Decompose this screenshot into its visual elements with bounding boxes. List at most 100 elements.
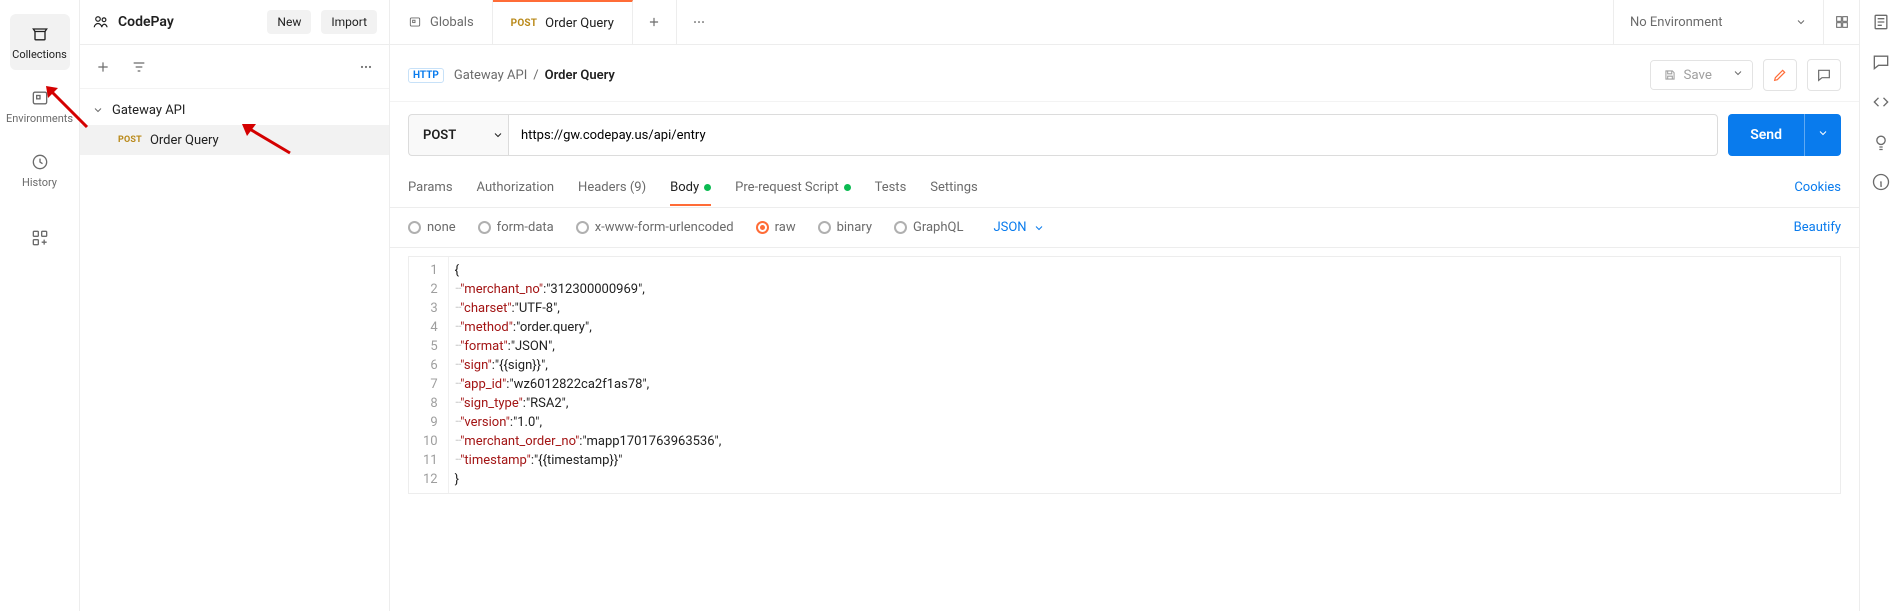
code-icon[interactable]	[1871, 92, 1891, 112]
tab-active-request[interactable]: POST Order Query	[493, 0, 633, 44]
docs-icon[interactable]	[1871, 12, 1891, 32]
body-type-raw[interactable]: raw	[756, 220, 796, 235]
body-type-xform[interactable]: x-www-form-urlencoded	[576, 220, 734, 235]
request-subtabs: Params Authorization Headers (9) Body Pr…	[390, 168, 1859, 208]
environment-quicklook[interactable]	[1823, 0, 1859, 44]
chevron-down-icon	[1795, 16, 1807, 28]
subtab-headers[interactable]: Headers (9)	[578, 170, 646, 205]
new-button[interactable]: New	[267, 10, 311, 34]
subtab-body[interactable]: Body	[670, 170, 711, 205]
dot-indicator	[844, 184, 851, 191]
subtab-tests[interactable]: Tests	[875, 170, 907, 205]
editor-code[interactable]: {····"merchant_no":"312300000969",····"c…	[449, 257, 1840, 493]
body-format-label: JSON	[993, 220, 1026, 235]
environment-selector-label: No Environment	[1630, 15, 1723, 30]
chevron-down-icon	[1033, 222, 1045, 234]
editor-gutter: 123456789101112	[409, 257, 449, 493]
tab-globals[interactable]: Globals	[390, 0, 493, 44]
http-badge: HTTP	[408, 68, 444, 83]
request-method-tag: POST	[118, 135, 142, 145]
sidebar-toolbar	[80, 45, 389, 89]
environment-selector[interactable]: No Environment	[1613, 0, 1823, 44]
env-icon	[30, 88, 50, 108]
save-icon	[1663, 68, 1677, 82]
filter-icon	[131, 59, 147, 75]
subtab-settings[interactable]: Settings	[930, 170, 977, 205]
eye-grid-icon	[1834, 14, 1850, 30]
rail-history-label: History	[22, 176, 57, 189]
history-icon	[30, 152, 50, 172]
comment-rail-icon[interactable]	[1871, 52, 1891, 72]
grid-plus-icon	[30, 228, 50, 248]
body-type-row: none form-data x-www-form-urlencoded raw…	[390, 208, 1859, 248]
lightbulb-icon[interactable]	[1871, 132, 1891, 152]
archive-icon	[30, 24, 50, 44]
collection-request-item[interactable]: POST Order Query	[80, 125, 389, 155]
body-type-none[interactable]: none	[408, 220, 456, 235]
pencil-icon	[1772, 67, 1788, 83]
workspace-name-text: CodePay	[118, 14, 174, 30]
subtab-prerequest[interactable]: Pre-request Script	[735, 170, 850, 205]
more-options-button[interactable]	[351, 52, 381, 82]
method-selector-label: POST	[423, 128, 456, 143]
breadcrumb-parent[interactable]: Gateway API	[454, 68, 527, 83]
chevron-down-icon	[492, 129, 504, 141]
dot-indicator	[704, 184, 711, 191]
rail-environments-label: Environments	[6, 112, 73, 125]
import-button[interactable]: Import	[321, 10, 377, 34]
main-area: Globals POST Order Query No Environment …	[390, 0, 1859, 611]
collection-tree: Gateway API POST Order Query	[80, 89, 389, 161]
rail-collections[interactable]: Collections	[10, 14, 70, 70]
method-selector[interactable]: POST	[408, 114, 518, 156]
body-type-binary[interactable]: binary	[818, 220, 872, 235]
rail-more-apps[interactable]	[10, 210, 70, 266]
send-options-button[interactable]	[1804, 114, 1841, 156]
chevron-down-icon	[92, 104, 104, 116]
info-icon[interactable]	[1871, 172, 1891, 192]
body-format-selector[interactable]: JSON	[993, 220, 1044, 235]
tab-method-tag: POST	[511, 18, 538, 29]
beautify-button[interactable]: Beautify	[1794, 220, 1841, 235]
cookies-link[interactable]: Cookies	[1794, 180, 1841, 195]
comment-icon	[1816, 67, 1832, 83]
subtab-params[interactable]: Params	[408, 170, 453, 205]
save-button-label: Save	[1683, 68, 1712, 83]
env-small-icon	[408, 15, 422, 29]
ellipsis-icon	[691, 14, 707, 30]
body-type-raw-label: raw	[775, 220, 796, 235]
body-type-graphql-label: GraphQL	[913, 220, 963, 235]
right-context-rail	[1859, 0, 1901, 611]
collection-folder-name: Gateway API	[112, 103, 185, 118]
url-row: POST Send	[390, 102, 1859, 168]
body-type-graphql[interactable]: GraphQL	[894, 220, 963, 235]
tabs-bar: Globals POST Order Query No Environment	[390, 0, 1859, 45]
body-editor[interactable]: 123456789101112 {····"merchant_no":"3123…	[408, 256, 1841, 494]
tab-active-label: Order Query	[545, 16, 614, 31]
url-input[interactable]	[508, 114, 1718, 156]
save-options-button[interactable]	[1724, 61, 1752, 89]
body-type-xform-label: x-www-form-urlencoded	[595, 220, 734, 235]
tab-globals-label: Globals	[430, 15, 474, 30]
workspace-name[interactable]: CodePay	[92, 13, 257, 31]
people-icon	[92, 13, 110, 31]
send-button-group: Send	[1728, 114, 1841, 156]
chevron-down-icon	[1732, 67, 1744, 79]
rail-environments[interactable]: Environments	[10, 78, 70, 134]
edit-button[interactable]	[1763, 59, 1797, 91]
sidebar: CodePay New Import Gateway API	[80, 0, 390, 611]
filter-button[interactable]	[124, 52, 154, 82]
comments-button[interactable]	[1807, 59, 1841, 91]
rail-history[interactable]: History	[10, 142, 70, 198]
left-nav-rail: Collections Environments History	[0, 0, 80, 611]
request-item-name: Order Query	[150, 133, 219, 148]
plus-icon	[95, 59, 111, 75]
body-type-formdata[interactable]: form-data	[478, 220, 554, 235]
new-tab-button[interactable]	[633, 0, 677, 44]
tabs-overflow-button[interactable]	[677, 0, 721, 44]
subtab-body-label: Body	[670, 180, 699, 195]
subtab-authorization[interactable]: Authorization	[477, 170, 555, 205]
collection-folder[interactable]: Gateway API	[80, 95, 389, 125]
save-button[interactable]: Save	[1651, 61, 1724, 89]
add-button[interactable]	[88, 52, 118, 82]
send-button[interactable]: Send	[1728, 114, 1804, 156]
